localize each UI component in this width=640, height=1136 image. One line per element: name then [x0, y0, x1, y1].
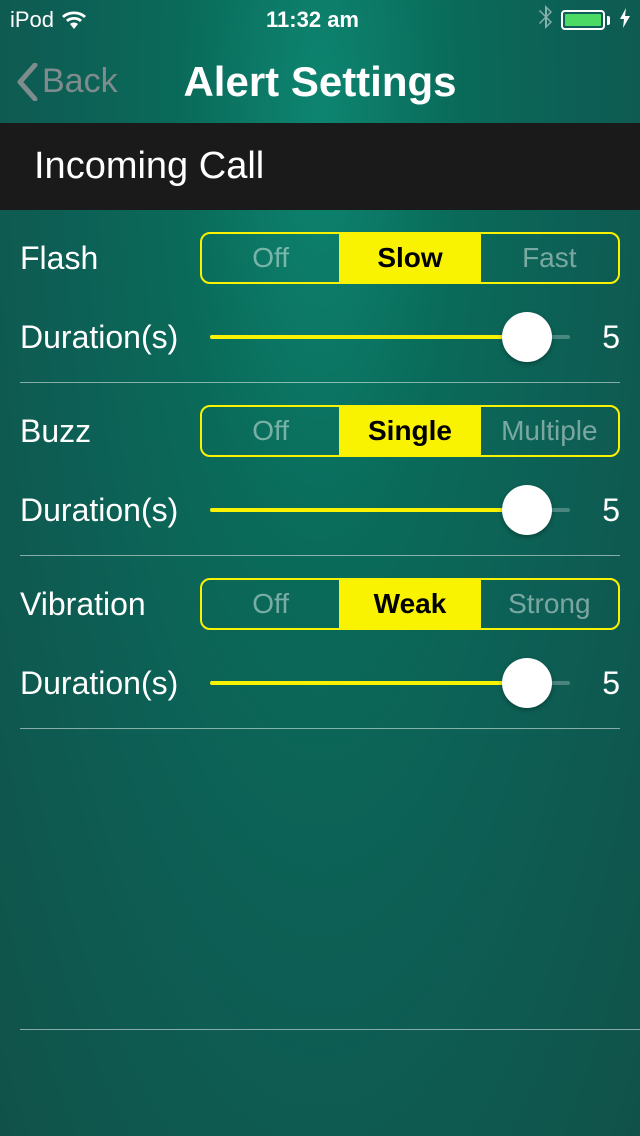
duration-label: Duration(s)	[20, 319, 200, 356]
setting-block-flash: FlashOffSlowFastDuration(s)5	[20, 210, 620, 383]
nav-bar: Back Alert Settings	[0, 40, 640, 123]
segment-off[interactable]: Off	[202, 234, 341, 282]
setting-block-vibration: VibrationOffWeakStrongDuration(s)5	[20, 556, 620, 729]
slider-fill	[210, 335, 527, 339]
setting-row: BuzzOffSingleMultiple	[20, 405, 620, 457]
slider-fill	[210, 681, 527, 685]
duration-row: Duration(s) 5	[20, 485, 620, 535]
segment-fast[interactable]: Fast	[481, 234, 618, 282]
slider-thumb[interactable]	[502, 485, 552, 535]
slider-thumb[interactable]	[502, 312, 552, 362]
battery-icon	[561, 10, 610, 30]
back-button[interactable]: Back	[16, 62, 118, 101]
section-header: Incoming Call	[0, 123, 640, 210]
slider-thumb[interactable]	[502, 658, 552, 708]
segmented-control[interactable]: OffWeakStrong	[200, 578, 620, 630]
page-title: Alert Settings	[183, 58, 456, 106]
segment-single[interactable]: Single	[341, 407, 480, 455]
carrier-label: iPod	[10, 7, 54, 33]
duration-slider[interactable]	[210, 485, 570, 535]
setting-row: VibrationOffWeakStrong	[20, 578, 620, 630]
settings-list: FlashOffSlowFastDuration(s)5BuzzOffSingl…	[0, 210, 640, 729]
setting-row: FlashOffSlowFast	[20, 232, 620, 284]
charging-icon	[620, 8, 630, 33]
slider-fill	[210, 508, 527, 512]
setting-block-buzz: BuzzOffSingleMultipleDuration(s)5	[20, 383, 620, 556]
segment-strong[interactable]: Strong	[481, 580, 618, 628]
divider	[20, 1029, 640, 1030]
back-label: Back	[42, 62, 118, 101]
segmented-control[interactable]: OffSlowFast	[200, 232, 620, 284]
segment-multiple[interactable]: Multiple	[481, 407, 618, 455]
segment-off[interactable]: Off	[202, 580, 341, 628]
duration-row: Duration(s) 5	[20, 312, 620, 362]
status-time: 11:32 am	[266, 7, 359, 33]
duration-value: 5	[580, 492, 620, 529]
duration-value: 5	[580, 319, 620, 356]
bluetooth-icon	[539, 5, 553, 35]
segment-slow[interactable]: Slow	[341, 234, 480, 282]
duration-slider[interactable]	[210, 312, 570, 362]
duration-label: Duration(s)	[20, 665, 200, 702]
setting-label: Buzz	[20, 413, 200, 450]
status-left: iPod	[10, 7, 86, 33]
segment-weak[interactable]: Weak	[341, 580, 480, 628]
setting-label: Flash	[20, 240, 200, 277]
duration-value: 5	[580, 665, 620, 702]
setting-label: Vibration	[20, 586, 200, 623]
chevron-left-icon	[16, 63, 38, 101]
duration-slider[interactable]	[210, 658, 570, 708]
status-right	[539, 5, 630, 35]
duration-row: Duration(s) 5	[20, 658, 620, 708]
duration-label: Duration(s)	[20, 492, 200, 529]
segment-off[interactable]: Off	[202, 407, 341, 455]
status-bar: iPod 11:32 am	[0, 0, 640, 40]
wifi-icon	[62, 11, 86, 29]
segmented-control[interactable]: OffSingleMultiple	[200, 405, 620, 457]
